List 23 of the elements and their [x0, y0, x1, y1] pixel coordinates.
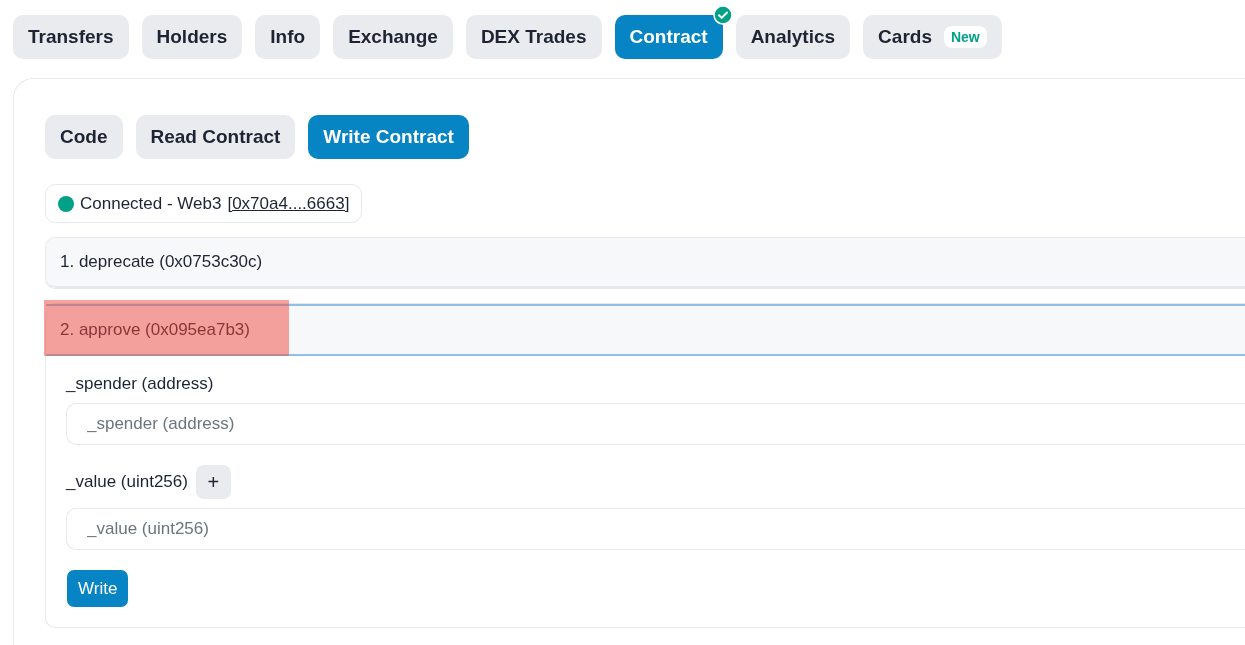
tab[interactable]: Analytics [735, 15, 851, 59]
new-badge: New [943, 26, 987, 48]
address-link[interactable]: [0x70a4....6663] [227, 193, 350, 214]
input-field[interactable]: _spender (address) [66, 403, 1245, 445]
method-header[interactable]: 1. deprecate (0x0753c30c) [46, 238, 1245, 288]
add-button[interactable]: + [195, 465, 231, 499]
sub-tab[interactable]: Write Contract [308, 115, 469, 159]
tab[interactable]: DEX Trades [465, 15, 602, 59]
tab[interactable]: Contract [614, 15, 723, 59]
parameter-label: _value (uint256) [66, 472, 188, 492]
sub-tab[interactable]: Code [45, 115, 123, 159]
tab[interactable]: Cards New [863, 15, 1002, 59]
tab[interactable]: Exchange [333, 15, 453, 59]
input-field[interactable]: _value (uint256) [66, 508, 1245, 550]
tab[interactable]: Transfers [13, 15, 129, 59]
write-button[interactable]: Write [67, 570, 129, 607]
tab[interactable]: Holders [141, 15, 243, 59]
tab[interactable]: Info [255, 15, 321, 59]
status-text: Connected - Web3 [80, 193, 222, 214]
parameter-label: _spender (address) [66, 374, 214, 394]
method-title: 1. deprecate (0x0753c30c) [60, 252, 263, 272]
sub-tab[interactable]: Read Contract [135, 115, 296, 159]
method-title: 2. approve (0x095ea7b3) [60, 320, 250, 340]
